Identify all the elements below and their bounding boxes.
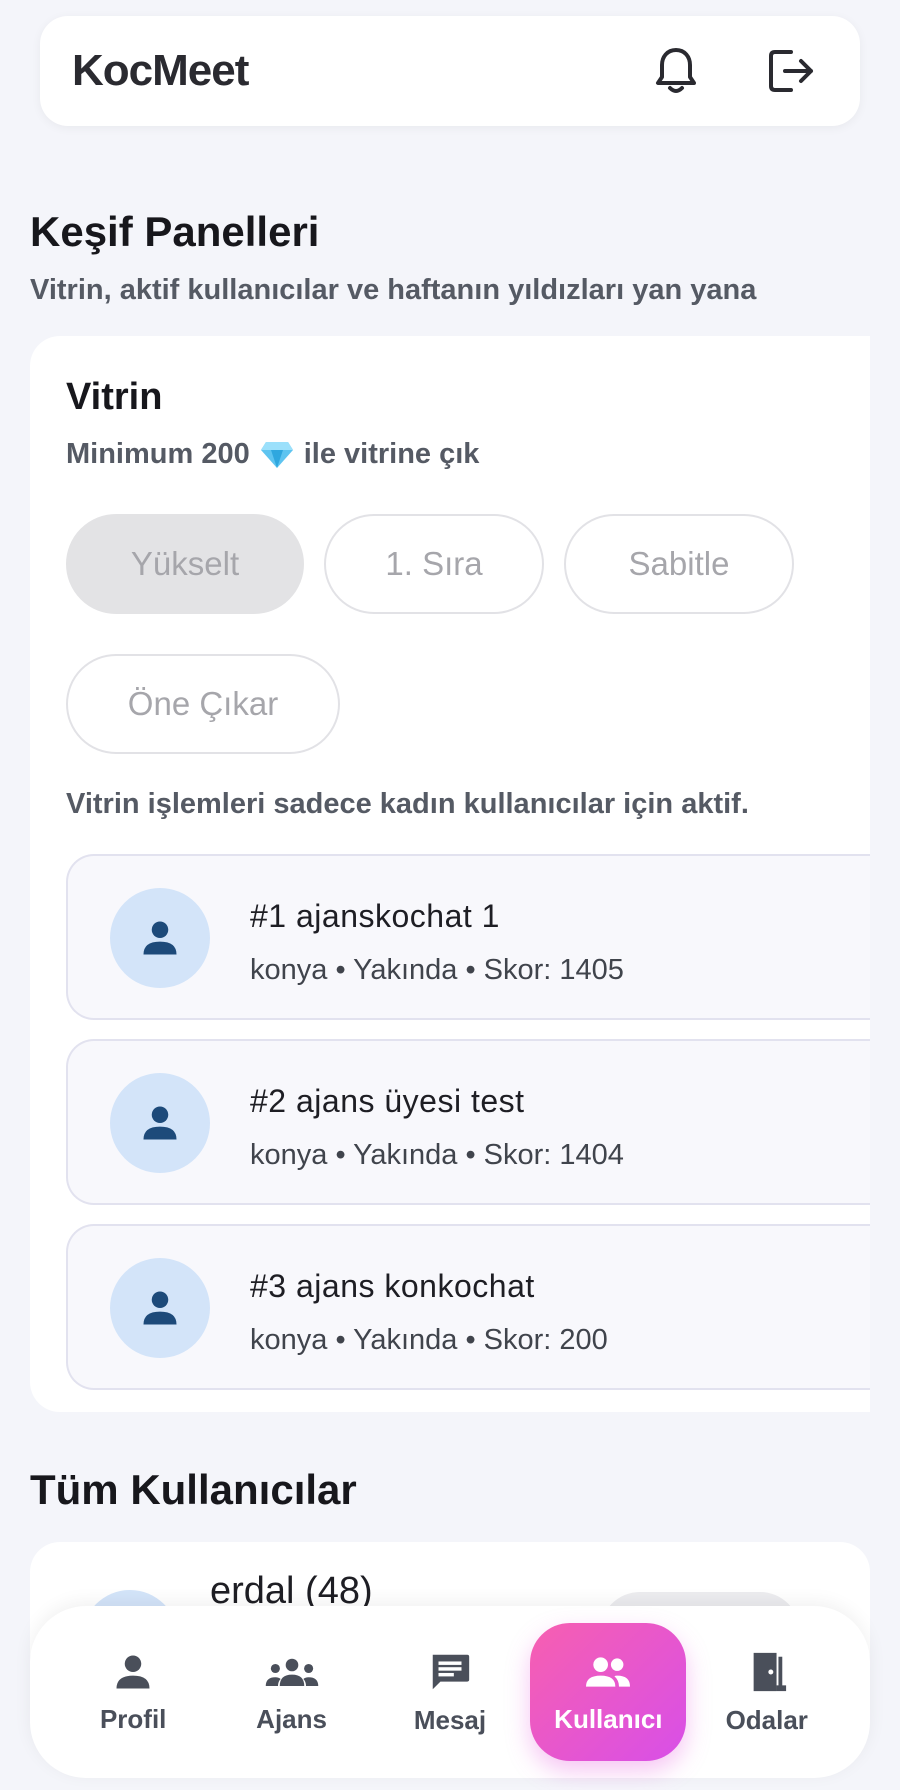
- nav-profil[interactable]: Profil: [55, 1623, 211, 1761]
- discover-title: Keşif Panelleri: [30, 208, 320, 255]
- person-icon: [143, 1291, 177, 1325]
- boost-button[interactable]: Yükselt: [66, 514, 304, 614]
- nav-label: Mesaj: [413, 1704, 487, 1735]
- nav-label: Odalar: [725, 1704, 808, 1735]
- logout-button[interactable]: [756, 35, 828, 107]
- nav-label: Kullanıcı: [554, 1703, 663, 1734]
- vitrin-entry[interactable]: #1 ajanskochat 1 konya • Yakında • Skor:…: [66, 854, 870, 1020]
- vitrin-entry[interactable]: #3 ajans konkochat konya • Yakında • Sko…: [66, 1224, 870, 1390]
- app-header: KocMeet: [40, 16, 860, 126]
- entry-meta: konya • Yakında • Skor: 1405: [250, 954, 624, 986]
- avatar: [110, 888, 210, 988]
- person-icon: [143, 1106, 177, 1140]
- pin-button[interactable]: Sabitle: [564, 514, 794, 614]
- nav-label: Profil: [99, 1703, 167, 1734]
- avatar: [110, 1258, 210, 1358]
- person-icon: [116, 1655, 150, 1688]
- bottom-navigation: Profil Ajans Mesaj Kullanıcı Odalar: [30, 1606, 870, 1778]
- nav-ajans[interactable]: Ajans: [214, 1623, 370, 1761]
- notifications-button[interactable]: [640, 35, 712, 107]
- message-icon: [432, 1654, 470, 1689]
- feature-button[interactable]: Öne Çıkar: [66, 654, 340, 754]
- avatar: [110, 1073, 210, 1173]
- entry-name: #3 ajans konkochat: [250, 1268, 535, 1304]
- entry-meta: konya • Yakında • Skor: 1404: [250, 1139, 624, 1171]
- door-icon: [753, 1652, 786, 1691]
- entry-name: #1 ajanskochat 1: [250, 898, 500, 934]
- nav-odalar[interactable]: Odalar: [689, 1623, 845, 1761]
- vitrin-note: Vitrin işlemleri sadece kadın kullanıcıl…: [66, 788, 749, 820]
- app-title: KocMeet: [72, 46, 249, 95]
- discover-subtitle: Vitrin, aktif kullanıcılar ve haftanın y…: [30, 274, 757, 306]
- vitrin-subtitle-suffix: ile vitrine çık: [303, 438, 480, 470]
- entry-name: #2 ajans üyesi test: [250, 1083, 525, 1119]
- bell-icon: [656, 48, 696, 93]
- nav-kullanici[interactable]: Kullanıcı: [530, 1623, 687, 1761]
- person-icon: [143, 921, 177, 955]
- people-icon: [586, 1656, 631, 1687]
- group-icon: [265, 1658, 318, 1686]
- diamond-icon: [260, 441, 293, 468]
- nav-label: Ajans: [256, 1703, 327, 1734]
- all-users-title: Tüm Kullanıcılar: [30, 1466, 357, 1513]
- first-rank-button[interactable]: 1. Sıra: [324, 514, 544, 614]
- vitrin-panel: Vitrin Minimum 200 ile vitrine çık Yükse…: [30, 336, 870, 1412]
- logout-icon: [769, 50, 813, 92]
- vitrin-title: Vitrin: [66, 376, 163, 418]
- vitrin-subtitle: Minimum 200 ile vitrine çık: [66, 438, 479, 471]
- vitrin-entry[interactable]: #2 ajans üyesi test konya • Yakında • Sk…: [66, 1039, 870, 1205]
- vitrin-subtitle-prefix: Minimum 200: [66, 438, 250, 470]
- nav-mesaj[interactable]: Mesaj: [372, 1623, 528, 1761]
- entry-meta: konya • Yakında • Skor: 200: [250, 1324, 608, 1356]
